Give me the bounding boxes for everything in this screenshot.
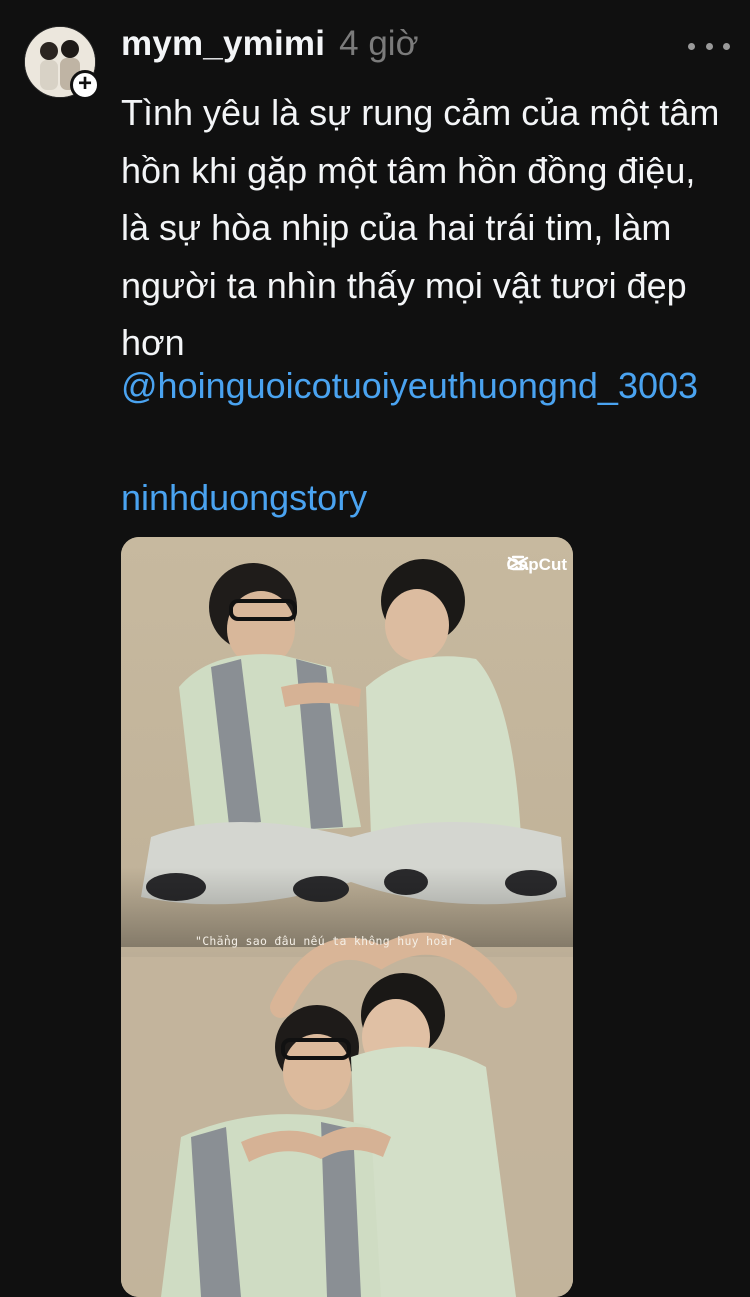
capcut-watermark: CapCut (507, 555, 567, 575)
capcut-logo-icon (507, 555, 528, 571)
plus-icon: + (77, 70, 92, 97)
post-video[interactable]: CapCut (121, 537, 573, 1297)
post-timestamp: 4 giờ (339, 24, 419, 63)
follow-button[interactable]: + (70, 70, 100, 100)
more-horizontal-icon (688, 42, 695, 50)
video-frame-illustration (121, 537, 573, 1297)
mention-link[interactable]: @hoinguoicotuoiyeuthuongnd_3003 (121, 357, 726, 415)
thread-post: + mym_ymimi 4 giờ Tình yêu là sự rung cả… (0, 0, 750, 1297)
username-link[interactable]: mym_ymimi (121, 24, 325, 64)
avatar-container: + (24, 26, 100, 100)
post-caption: Tình yêu là sự rung cảm của một tâm hồn … (121, 92, 720, 363)
post-header: mym_ymimi 4 giờ (121, 24, 419, 70)
topic-tag-link[interactable]: ninhduongstory (121, 469, 367, 527)
more-options-button[interactable] (688, 34, 730, 58)
video-overlay-caption: "Chẳng sao đâu nếu ta không huy hoàr (0, 932, 750, 950)
video-overlay-text: "Chẳng sao đâu nếu ta không huy hoàr (194, 934, 456, 948)
